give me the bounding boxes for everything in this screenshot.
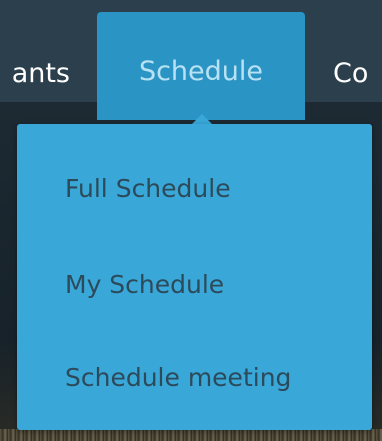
menu-item-my-schedule[interactable]: My Schedule xyxy=(65,265,224,305)
menu-item-label: My Schedule xyxy=(65,270,225,299)
nav-item-schedule[interactable]: Schedule xyxy=(97,12,305,120)
nav-item-contact[interactable]: Co xyxy=(333,0,382,102)
nav-item-label: ants xyxy=(11,58,70,89)
nav-item-participants[interactable]: ants xyxy=(0,0,70,102)
page-background-texture xyxy=(0,429,382,441)
menu-item-label: Schedule meeting xyxy=(65,363,292,392)
menu-item-schedule-meeting[interactable]: Schedule meeting xyxy=(65,358,291,398)
menu-item-label: Full Schedule xyxy=(65,174,231,203)
nav-item-label: Co xyxy=(333,58,369,89)
schedule-dropdown-menu: Full Schedule My Schedule Schedule meeti… xyxy=(17,124,372,430)
nav-item-label: Schedule xyxy=(138,56,264,87)
menu-item-full-schedule[interactable]: Full Schedule xyxy=(65,169,231,209)
